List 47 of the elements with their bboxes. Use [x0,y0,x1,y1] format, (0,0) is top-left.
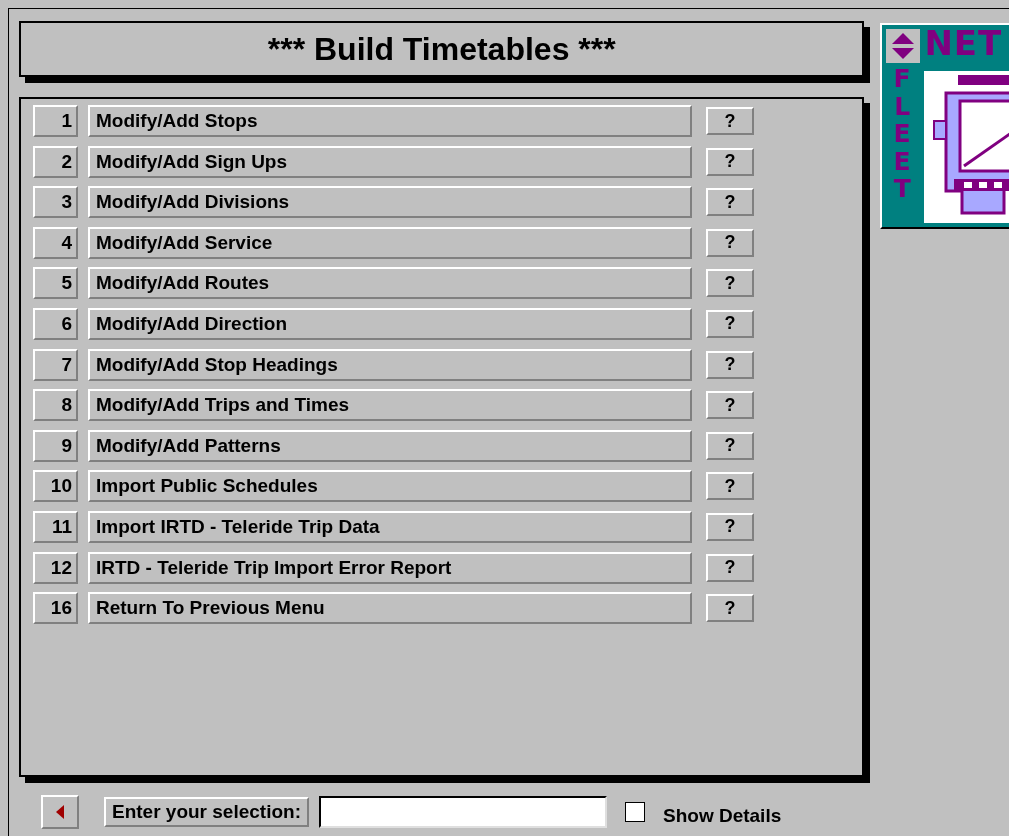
menu-number-button[interactable]: 8 [33,389,78,422]
menu-number-button[interactable]: 2 [33,145,78,178]
show-details-checkbox[interactable] [625,802,645,822]
help-button[interactable]: ? [706,594,754,623]
menu-item-button[interactable]: Import IRTD - Teleride Trip Data [88,510,692,543]
help-button[interactable]: ? [706,431,754,460]
menu-number-button[interactable]: 16 [33,592,78,625]
help-button[interactable]: ? [706,472,754,501]
menu-item-button[interactable]: Modify/Add Trips and Times [88,389,692,422]
menu-item-button[interactable]: Import Public Schedules [88,470,692,503]
menu-item-button[interactable]: Return To Previous Menu [88,592,692,625]
help-button[interactable]: ? [706,107,754,135]
menu-number-button[interactable]: 5 [33,267,78,300]
menu-number-button[interactable]: 11 [33,510,78,543]
help-button[interactable]: ? [706,512,754,541]
help-button[interactable]: ? [706,188,754,217]
help-button[interactable]: ? [706,391,754,420]
menu-number-button[interactable]: 4 [33,226,78,259]
menu-number-button[interactable]: 7 [33,348,78,381]
selection-label: Enter your selection: [104,797,309,827]
back-button[interactable] [41,795,79,829]
help-button[interactable]: ? [706,309,754,338]
left-triangle-icon [56,805,64,819]
help-button[interactable]: ? [706,269,754,298]
menu-number-button[interactable]: 1 [33,105,78,137]
menu-item-button[interactable]: Modify/Add Stops [88,105,692,137]
menu-number-button[interactable]: 12 [33,551,78,584]
menu-item-button[interactable]: Modify/Add Divisions [88,186,692,219]
menu-item-button[interactable]: Modify/Add Routes [88,267,692,300]
menu-item-button[interactable]: IRTD - Teleride Trip Import Error Report [88,551,692,584]
menu-item-button[interactable]: Modify/Add Sign Ups [88,145,692,178]
show-details-label: Show Details [663,805,782,827]
logo-text: NET [924,25,1003,63]
help-button[interactable]: ? [706,147,754,176]
menu-number-button[interactable]: 9 [33,429,78,462]
help-button[interactable]: ? [706,228,754,257]
help-button[interactable]: ? [706,350,754,379]
menu-number-button[interactable]: 10 [33,470,78,503]
selection-input-field[interactable] [319,796,607,828]
menu-item-button[interactable]: Modify/Add Stop Headings [88,348,692,381]
logo-side-text: FLEET [892,65,912,203]
menu-item-button[interactable]: Modify/Add Direction [88,307,692,340]
help-button[interactable]: ? [706,553,754,582]
menu-number-button[interactable]: 3 [33,186,78,219]
menu-item-button[interactable]: Modify/Add Patterns [88,429,692,462]
menu-item-button[interactable]: Modify/Add Service [88,226,692,259]
menu-number-button[interactable]: 6 [33,307,78,340]
